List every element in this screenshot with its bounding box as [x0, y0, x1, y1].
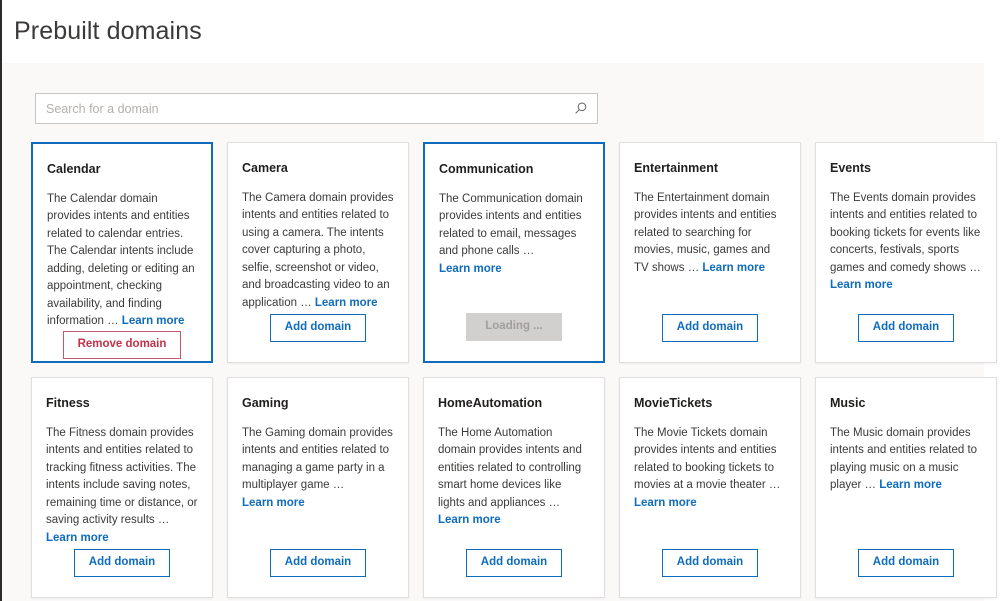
learn-more-link[interactable]: Learn more — [438, 514, 501, 526]
domain-card[interactable]: Calendar The Calendar domain provides int… — [31, 142, 213, 363]
domain-card-description: The Entertainment domain provides intent… — [634, 190, 786, 277]
domain-card-description: The Camera domain provides intents and e… — [242, 190, 394, 312]
description-ellipsis: … — [969, 261, 981, 274]
add-domain-button[interactable]: Add domain — [661, 314, 759, 342]
domain-card-title: Fitness — [46, 396, 90, 410]
domain-description-text: The Calendar domain provides intents and… — [47, 193, 195, 328]
domain-card-description: The Movie Tickets domain provides intent… — [634, 425, 786, 512]
domain-card[interactable]: HomeAutomation The Home Automation domain… — [423, 377, 605, 598]
domain-card-title: Events — [830, 161, 871, 175]
description-ellipsis: … — [107, 315, 122, 328]
domain-card-title: Calendar — [47, 162, 101, 176]
description-ellipsis: … — [332, 479, 345, 492]
loading-button: Loading ... — [466, 313, 562, 341]
content-area: Calendar The Calendar domain provides int… — [2, 63, 997, 601]
remove-domain-button[interactable]: Remove domain — [62, 330, 182, 359]
domain-card-footer: Add domain — [46, 549, 198, 597]
page-header: Prebuilt domains — [2, 0, 1000, 63]
learn-more-link[interactable]: Learn more — [830, 279, 893, 291]
description-ellipsis: … — [864, 479, 880, 492]
domain-description-text: The Communication domain provides intent… — [439, 193, 583, 258]
description-ellipsis: … — [157, 514, 170, 527]
learn-more-link[interactable]: Learn more — [242, 497, 305, 509]
domain-card-description: The Calendar domain provides intents and… — [47, 191, 197, 331]
domain-description-text: The Fitness domain provides intents and … — [46, 427, 198, 527]
domain-card-title: HomeAutomation — [438, 396, 543, 410]
add-domain-button[interactable]: Add domain — [857, 314, 955, 342]
domain-card-title: Gaming — [242, 396, 289, 410]
domain-card-footer: Add domain — [242, 314, 394, 362]
domain-card-footer: Add domain — [634, 314, 786, 362]
domain-card-title: Camera — [242, 161, 288, 175]
description-ellipsis: … — [522, 245, 535, 258]
domain-card-footer: Add domain — [830, 549, 982, 597]
description-ellipsis: … — [300, 296, 315, 309]
description-ellipsis: … — [768, 479, 781, 492]
search-input[interactable] — [36, 94, 597, 123]
domain-card-grid: Calendar The Calendar domain provides int… — [2, 124, 997, 598]
search-row — [2, 63, 984, 124]
learn-more-link[interactable]: Learn more — [122, 315, 185, 327]
domain-card-title: Music — [830, 396, 866, 410]
learn-more-link[interactable]: Learn more — [879, 479, 942, 491]
domain-card-title: MovieTickets — [634, 396, 713, 410]
domain-description-text: The Events domain provides intents and e… — [830, 192, 981, 274]
domain-card-description: The Fitness domain provides intents and … — [46, 425, 198, 547]
add-domain-button[interactable]: Add domain — [269, 549, 367, 577]
search-icon[interactable] — [572, 101, 588, 117]
domain-card-footer: Add domain — [634, 549, 786, 597]
page-root: Prebuilt domains Calendar The Calendar do… — [0, 0, 1000, 601]
domain-card[interactable]: Camera The Camera domain provides intents… — [227, 142, 409, 363]
domain-card-footer: Add domain — [830, 314, 982, 362]
learn-more-link[interactable]: Learn more — [634, 497, 697, 509]
domain-card-footer: Add domain — [438, 549, 590, 597]
domain-card-footer: Add domain — [242, 549, 394, 597]
domain-card[interactable]: Music The Music domain provides intents a… — [815, 377, 997, 598]
add-domain-button[interactable]: Add domain — [857, 549, 955, 577]
domain-description-text: The Movie Tickets domain provides intent… — [634, 427, 777, 492]
description-ellipsis: … — [548, 496, 561, 509]
add-domain-button[interactable]: Add domain — [661, 549, 759, 577]
domain-card-footer: Remove domain — [47, 330, 197, 379]
domain-card[interactable]: Fitness The Fitness domain provides inten… — [31, 377, 213, 598]
description-ellipsis: … — [687, 261, 703, 274]
domain-card[interactable]: Entertainment The Entertainment domain pr… — [619, 142, 801, 363]
domain-card-footer: Loading ... — [439, 313, 589, 361]
learn-more-link[interactable]: Learn more — [315, 297, 378, 309]
domain-card-description: The Music domain provides intents and en… — [830, 425, 982, 495]
domain-card[interactable]: Communication The Communication domain pr… — [423, 142, 605, 363]
domain-card-description: The Gaming domain provides intents and e… — [242, 425, 394, 512]
search-box[interactable] — [35, 93, 598, 124]
domain-description-text: The Camera domain provides intents and e… — [242, 192, 394, 309]
domain-card-title: Communication — [439, 162, 534, 176]
add-domain-button[interactable]: Add domain — [73, 549, 171, 577]
domain-card-description: The Communication domain provides intent… — [439, 191, 589, 278]
domain-card-title: Entertainment — [634, 161, 719, 175]
add-domain-button[interactable]: Add domain — [465, 549, 563, 577]
learn-more-link[interactable]: Learn more — [439, 263, 502, 275]
add-domain-button[interactable]: Add domain — [269, 314, 367, 342]
domain-description-text: The Home Automation domain provides inte… — [438, 427, 582, 509]
domain-card[interactable]: Events The Events domain provides intents… — [815, 142, 997, 363]
domain-card[interactable]: MovieTickets The Movie Tickets domain pro… — [619, 377, 801, 598]
domain-card-description: The Events domain provides intents and e… — [830, 190, 982, 295]
page-title: Prebuilt domains — [14, 16, 202, 45]
domain-card[interactable]: Gaming The Gaming domain provides intents… — [227, 377, 409, 598]
learn-more-link[interactable]: Learn more — [46, 532, 109, 544]
domain-description-text: The Gaming domain provides intents and e… — [242, 427, 393, 492]
learn-more-link[interactable]: Learn more — [702, 262, 765, 274]
domain-card-description: The Home Automation domain provides inte… — [438, 425, 590, 530]
